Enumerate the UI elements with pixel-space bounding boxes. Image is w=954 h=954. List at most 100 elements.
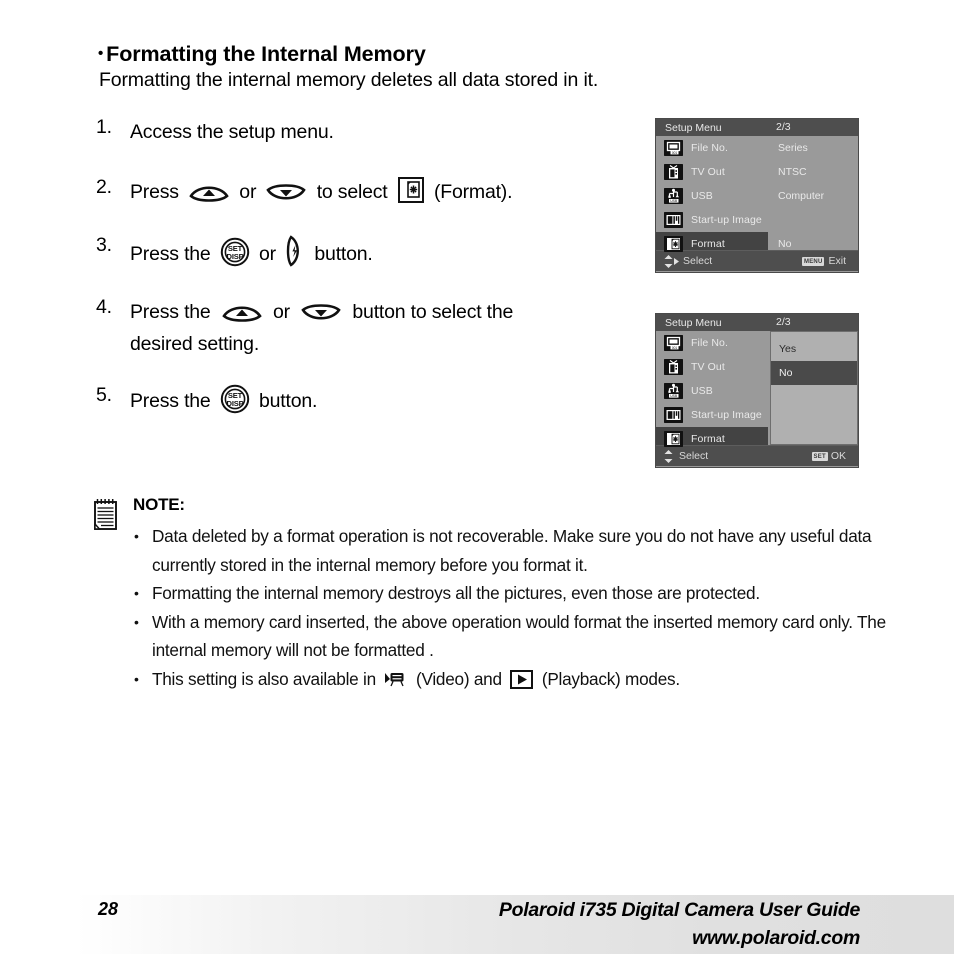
note-item-2-text: Formatting the internal memory destroys … (152, 583, 760, 603)
step-4-number: 4. (96, 296, 112, 318)
step-3-text: Press the SET DISP or button. (130, 234, 656, 270)
lcd1-page-indicator: 2/3 (776, 121, 791, 133)
step-2-text-after: (Format). (433, 181, 513, 203)
footer-brand: Polaroid i735 Digital Camera User Guide … (499, 896, 860, 952)
file-no-icon: 001 (664, 335, 683, 351)
step-2-number: 2. (96, 176, 112, 198)
page-subtitle: Formatting the internal memory deletes a… (99, 69, 599, 91)
note-item-4: • This setting is also available in (Vid… (133, 665, 920, 694)
usb-icon: USB (664, 383, 683, 399)
note-title: NOTE: (133, 495, 185, 514)
lcd2-title: Setup Menu (665, 316, 722, 329)
step-4-text-after: button to select the (352, 301, 514, 323)
lcd1-label-format: Format (691, 238, 725, 250)
lcd1-value-usb: Computer (778, 190, 825, 202)
svg-text:001: 001 (672, 151, 678, 155)
manual-page: • Formatting the Internal Memory Formatti… (0, 0, 954, 954)
lcd1-bottom-select-label: Select (683, 255, 713, 267)
note-item-3: • With a memory card inserted, the above… (133, 608, 920, 665)
step-5-number: 5. (96, 384, 112, 406)
menu-badge-icon: MENU (802, 256, 825, 266)
note-item-1: • Data deleted by a format operation is … (133, 522, 920, 579)
lcd1-value-file-no: Series (778, 142, 808, 154)
step-3-text-after: button. (314, 243, 373, 265)
lcd1-bottom-bar: Select MENU Exit (656, 250, 858, 271)
step-4-text: Press the or button to select the desire… (130, 296, 656, 360)
lcd1-row-usb[interactable]: USB USB Computer (656, 184, 858, 208)
lcd2-bottom-select-label: Select (679, 450, 709, 462)
note-item-1-text: Data deleted by a format operation is no… (152, 526, 872, 575)
note-bullet: • (134, 528, 139, 544)
format-menu-icon (664, 431, 683, 447)
tv-out-icon (664, 164, 683, 180)
step-5-text-after: button. (259, 390, 318, 412)
note-item-4-text-end: (Playback) modes. (541, 668, 680, 689)
lcd2-bottom-ok-group: SET OK (811, 450, 846, 462)
lcd2-title-bar: Setup Menu 2/3 (656, 314, 858, 331)
step-4-text-before: Press the (130, 301, 211, 323)
lcd1-rows: 001 File No. Series TV Out NTSC USB USB … (656, 136, 858, 256)
format-icon (397, 177, 424, 203)
start-up-image-icon (664, 407, 683, 423)
playback-mode-icon (510, 669, 534, 689)
submenu-option-yes[interactable]: Yes (771, 337, 857, 361)
step-5-text: Press the SET DISP button. (130, 384, 656, 417)
file-no-icon: 001 (664, 140, 683, 156)
note-bullet: • (134, 613, 139, 630)
step-3-number: 3. (96, 234, 112, 256)
svg-text:001: 001 (672, 346, 678, 350)
updown-arrow-icon (663, 449, 676, 464)
lcd1-row-tv-out[interactable]: TV Out NTSC (656, 160, 858, 184)
set-badge-icon: SET (811, 451, 828, 461)
lcd1-bottom-exit-label: Exit (828, 255, 846, 267)
up-rocker-button-icon (188, 182, 230, 204)
set-disp-button-icon: SET DISP (220, 237, 250, 267)
usb-icon: USB (664, 188, 683, 204)
step-2-text-mid: to select (316, 181, 388, 203)
svg-text:USB: USB (670, 199, 678, 203)
step-5: 5. Press the SET DISP button. (96, 384, 656, 417)
down-rocker-button-icon (300, 302, 342, 324)
step-1: 1. Access the setup menu. (96, 116, 656, 148)
note-item-3-text: With a memory card inserted, the above o… (152, 611, 886, 661)
lcd1-label-usb: USB (691, 190, 713, 202)
lcd1-row-startup-image[interactable]: Start-up Image (656, 208, 858, 232)
lcd1-label-tv-out: TV Out (691, 166, 725, 178)
step-4-or: or (273, 301, 290, 323)
note-bullet: • (134, 670, 139, 687)
submenu-option-no[interactable]: No (771, 361, 857, 385)
page-number: 28 (98, 899, 119, 919)
step-4-text-line2: desired setting. (130, 333, 260, 355)
submenu-option-yes-label: Yes (779, 343, 797, 355)
lcd2-label-usb: USB (691, 385, 713, 397)
lcd2-label-tv-out: TV Out (691, 361, 725, 373)
lcd2-bottom-bar: Select SET OK (656, 445, 858, 466)
footer-website: www.polaroid.com (692, 927, 860, 949)
note-bullet: • (134, 585, 139, 601)
svg-text:DISP: DISP (226, 399, 243, 408)
step-2-text: Press or to select (Format). (130, 176, 656, 208)
tv-out-icon (664, 359, 683, 375)
step-3-text-before: Press the (130, 243, 211, 265)
down-rocker-button-icon (265, 182, 307, 204)
lcd1-label-file-no: File No. (691, 142, 728, 154)
step-1-text: Access the setup menu. (130, 121, 334, 143)
step-5-text-before: Press the (130, 390, 211, 412)
format-confirm-submenu: Yes No (770, 331, 858, 445)
lcd1-value-format: No (778, 238, 792, 250)
steps-list: 1. Access the setup menu. 2. Press or to… (96, 116, 656, 417)
flash-right-button-icon (285, 234, 305, 268)
step-3: 3. Press the SET DISP or button. (96, 234, 656, 270)
svg-text:DISP: DISP (226, 252, 243, 261)
submenu-option-no-label: No (779, 367, 793, 379)
lcd2-bottom-ok-label: OK (830, 450, 846, 462)
note-item-4-text-mid: (Video) and (415, 668, 502, 689)
start-up-image-icon (664, 212, 683, 228)
footer-product-line: Polaroid i735 Digital Camera User Guide (498, 899, 860, 921)
lcd1-row-file-no[interactable]: 001 File No. Series (656, 136, 858, 160)
lcd2-label-file-no: File No. (691, 337, 728, 349)
camera-setup-menu-screen-1: Setup Menu 2/3 001 File No. Series TV Ou… (655, 118, 859, 273)
lcd2-label-format: Format (691, 433, 725, 445)
note-item-2: • Formatting the internal memory destroy… (133, 579, 920, 608)
step-2-text-before: Press (130, 181, 179, 203)
